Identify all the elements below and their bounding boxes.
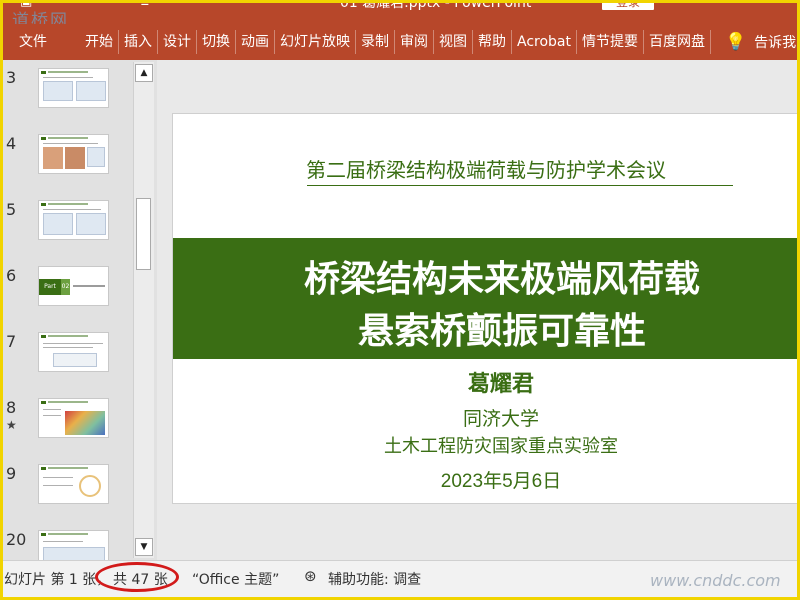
thumbnail-image[interactable]: [38, 200, 109, 240]
thumbnail-number: 8: [6, 398, 17, 417]
tab-record[interactable]: 录制: [356, 30, 395, 54]
tab-storyboard[interactable]: 情节提要: [577, 30, 644, 54]
thumbnail-number: 20: [6, 530, 27, 549]
slide-title-line-1: 桥梁结构未来极端风荷载: [303, 259, 700, 300]
thumbnail-slide-3[interactable]: 3: [0, 68, 132, 128]
presentation-date: 2023年5月6日: [440, 471, 562, 492]
accessibility-status[interactable]: 辅助功能: 调查: [328, 569, 421, 589]
annotation-circle: [95, 562, 179, 592]
thumbnail-image[interactable]: [38, 398, 109, 438]
thumbnail-image[interactable]: Part 02: [38, 266, 109, 306]
accessibility-icon[interactable]: ⊛: [304, 567, 317, 585]
slide-position[interactable]: 幻灯片 第 1 张，: [4, 569, 110, 589]
thumbnail-number: 4: [6, 134, 17, 153]
title-band: 桥梁结构未来极端风荷载 悬索桥颤振可靠性: [173, 238, 800, 359]
tab-home[interactable]: 开始: [80, 30, 119, 54]
thumbnail-slide-9[interactable]: 9: [0, 464, 132, 524]
thumbnail-slide-6[interactable]: 6 Part 02: [0, 266, 132, 326]
tab-animations[interactable]: 动画: [236, 30, 275, 54]
tab-view[interactable]: 视图: [434, 30, 473, 54]
undo-icon[interactable]: ↶: [100, 0, 111, 9]
watermark-url: www.cnddc.com: [650, 571, 781, 590]
scrollbar-thumb[interactable]: [136, 198, 151, 270]
tab-insert[interactable]: 插入: [119, 30, 158, 54]
thumbnail-slide-8[interactable]: 8 ★: [0, 398, 132, 458]
tell-me-search[interactable]: 告诉我: [754, 32, 796, 52]
thumbnail-slide-7[interactable]: 7: [0, 332, 132, 392]
slide-editing-area: 第二届桥梁结构极端荷载与防护学术会议 桥梁结构未来极端风荷载 悬索桥颤振可靠性 …: [157, 60, 800, 560]
current-slide[interactable]: 第二届桥梁结构极端荷载与防护学术会议 桥梁结构未来极端风荷载 悬索桥颤振可靠性 …: [172, 113, 800, 504]
scroll-up-icon[interactable]: ▲: [135, 64, 153, 82]
author-name: 葛耀君: [467, 372, 534, 397]
tab-transitions[interactable]: 切换: [197, 30, 236, 54]
lightbulb-icon[interactable]: 💡: [725, 32, 746, 52]
thumbnail-number: 3: [6, 68, 17, 87]
tab-baidu-netdisk[interactable]: 百度网盘: [644, 30, 711, 54]
thumbnail-image[interactable]: [38, 68, 109, 108]
institution: 同济大学: [462, 408, 539, 430]
login-button[interactable]: 登录: [602, 0, 654, 10]
laboratory: 土木工程防灾国家重点实验室: [384, 436, 618, 457]
present-icon[interactable]: ⊻: [140, 0, 150, 9]
ribbon-tabs: 文件 开始 插入 设计 切换 动画 幻灯片放映 录制 审阅 视图 帮助 Acro…: [0, 24, 800, 60]
tab-help[interactable]: 帮助: [473, 30, 512, 54]
conference-title: 第二届桥梁结构极端荷载与防护学术会议: [306, 158, 666, 182]
thumbnail-number: 5: [6, 200, 17, 219]
tab-design[interactable]: 设计: [158, 30, 197, 54]
thumbnail-number: 7: [6, 332, 17, 351]
scroll-down-icon[interactable]: ▼: [135, 538, 153, 556]
thumbnail-image[interactable]: [38, 332, 109, 372]
tab-slideshow[interactable]: 幻灯片放映: [275, 30, 356, 54]
tab-acrobat[interactable]: Acrobat: [512, 30, 577, 54]
title-bar: ▣ ↶ ⊻ 01 葛耀君.pptx - PowerPoint 登录: [0, 0, 800, 24]
thumbnail-image[interactable]: [38, 464, 109, 504]
tab-file[interactable]: 文件: [14, 30, 52, 54]
thumbnail-number: 6: [6, 266, 17, 285]
thumbnail-number: 9: [6, 464, 17, 483]
thumbnail-slide-5[interactable]: 5: [0, 200, 132, 260]
slide-title-line-2: 悬索桥颤振可靠性: [357, 311, 646, 352]
thumbnail-scrollbar[interactable]: ▲ ▼: [133, 62, 154, 558]
tab-review[interactable]: 审阅: [395, 30, 434, 54]
thumbnail-image[interactable]: [38, 134, 109, 174]
file-name: 01 葛耀君.pptx - PowerPoint: [340, 0, 532, 11]
theme-name: “Office 主题”: [192, 572, 280, 588]
status-bar: 幻灯片 第 1 张， 共 47 张 “Office 主题” ⊛ 辅助功能: 调查…: [0, 560, 800, 600]
conference-underline: [307, 185, 733, 186]
thumbnail-slide-4[interactable]: 4: [0, 134, 132, 194]
star-icon: ★: [6, 418, 17, 432]
